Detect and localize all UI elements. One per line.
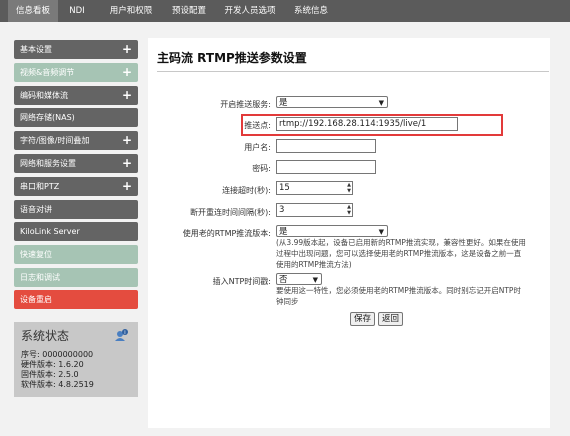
legacy-rtmp-value: 是 [279, 227, 288, 237]
sidebar-item-label: 视频&音频调节 [20, 68, 75, 77]
tab-system-info[interactable]: 系统信息 [290, 0, 332, 22]
connect-timeout-label: 连接超时(秒): [222, 186, 271, 195]
sidebar-item-overlay[interactable]: 字符/图像/时间叠加 + [14, 131, 138, 150]
system-status-panel: 系统状态 i 序号: 0000000000 硬件版本: 1.6.20 固件版本:… [14, 322, 138, 397]
reconnect-interval-label: 断开重连时间间隔(秒): [190, 208, 271, 217]
reconnect-interval-input[interactable]: 3 ▲ ▼ [276, 203, 353, 217]
top-nav-bar: 信息看板 NDI 用户和权限 预设配置 开发人员选项 系统信息 [0, 0, 570, 22]
expand-plus-icon[interactable]: + [122, 63, 132, 82]
page-title: 主码流 RTMP推送参数设置 [157, 51, 307, 65]
sidebar-item-label: 字符/图像/时间叠加 [20, 136, 90, 145]
spinner-arrows-icon[interactable]: ▲ ▼ [347, 182, 351, 194]
title-divider [157, 71, 549, 72]
sidebar-item-label: 日志和调试 [20, 273, 60, 282]
connect-timeout-input[interactable]: 15 ▲ ▼ [276, 181, 353, 195]
password-label: 密码: [252, 164, 271, 173]
main-content: 主码流 RTMP推送参数设置 开启推送服务: 是 ▼ 推送点: rtmp://1… [148, 38, 550, 428]
ntp-timestamp-select[interactable]: 否 ▼ [276, 273, 322, 285]
push-point-input[interactable]: rtmp://192.168.28.114:1935/live/1 [276, 117, 458, 131]
legacy-rtmp-note: (从3.99版本起，设备已启用新的RTMP推流实现，兼容性更好。如果在使用 过程… [276, 237, 546, 270]
ntp-timestamp-label: 插入NTP时间戳: [212, 277, 271, 286]
back-button[interactable]: 返回 [378, 312, 403, 326]
sidebar-item-nas[interactable]: 网络存储(NAS) [14, 108, 138, 127]
system-status-title: 系统状态 [21, 329, 70, 343]
sidebar-item-label: 网络和服务设置 [20, 159, 76, 168]
sidebar-item-label: 语音对讲 [20, 205, 52, 214]
sidebar-item-basic-settings[interactable]: 基本设置 + [14, 40, 138, 59]
reconnect-interval-value: 3 [279, 205, 285, 215]
password-input[interactable] [276, 160, 376, 174]
sidebar-item-label: 基本设置 [20, 45, 52, 54]
tab-presets[interactable]: 预设配置 [168, 0, 210, 22]
expand-plus-icon[interactable]: + [122, 177, 132, 196]
sidebar-item-label: 网络存储(NAS) [20, 113, 75, 122]
sidebar-item-label: KiloLink Server [20, 227, 80, 236]
ntp-timestamp-value: 否 [279, 275, 288, 285]
push-point-label: 推送点: [244, 121, 271, 130]
note-line: 使用的RTMP推流方法) [276, 260, 352, 269]
sidebar-item-label: 设备重启 [20, 295, 52, 304]
sidebar-item-label: 串口和PTZ [20, 182, 60, 191]
note-line: 要使用这一特性，您必须使用老的RTMP推流版本。同时别忘记开启NTP时 [276, 286, 521, 295]
note-line: 过程中出现问题，您可以选择使用老的RTMP推流版本，这是设备之前一直 [276, 249, 522, 258]
ntp-note: 要使用这一特性，您必须使用老的RTMP推流版本。同时别忘记开启NTP时 钟同步 [276, 285, 546, 307]
expand-plus-icon[interactable]: + [122, 154, 132, 173]
sidebar-item-network-services[interactable]: 网络和服务设置 + [14, 154, 138, 173]
tab-dashboard[interactable]: 信息看板 [8, 0, 58, 22]
expand-plus-icon[interactable]: + [122, 131, 132, 150]
username-input[interactable] [276, 139, 376, 153]
legacy-rtmp-label: 使用老的RTMP推流版本: [182, 229, 271, 238]
sidebar-item-reboot[interactable]: 设备重启 [14, 290, 138, 309]
enable-push-label: 开启推送服务: [220, 100, 271, 109]
chevron-down-icon: ▼ [378, 99, 384, 107]
svg-text:i: i [124, 330, 125, 336]
tab-users-permissions[interactable]: 用户和权限 [104, 0, 158, 22]
sidebar-item-serial-ptz[interactable]: 串口和PTZ + [14, 177, 138, 196]
expand-plus-icon[interactable]: + [122, 40, 132, 59]
enable-push-select[interactable]: 是 ▼ [276, 96, 388, 108]
sidebar-item-label: 快速复位 [20, 250, 52, 259]
save-button[interactable]: 保存 [350, 312, 375, 326]
user-info-icon: i [115, 329, 128, 341]
username-label: 用户名: [244, 143, 271, 152]
sidebar-item-label: 编码和媒体流 [20, 91, 68, 100]
note-line: (从3.99版本起，设备已启用新的RTMP推流实现，兼容性更好。如果在使用 [276, 238, 526, 247]
software-version: 软件版本: 4.8.2519 [21, 380, 94, 389]
expand-plus-icon[interactable]: + [122, 86, 132, 105]
enable-push-value: 是 [279, 98, 288, 108]
sidebar-item-intercom[interactable]: 语音对讲 [14, 200, 138, 219]
sidebar-item-quick-reset[interactable]: 快速复位 [14, 245, 138, 264]
tab-ndi[interactable]: NDI [64, 0, 90, 22]
connect-timeout-value: 15 [279, 183, 290, 193]
note-line: 钟同步 [276, 297, 299, 306]
spinner-arrows-icon[interactable]: ▲ ▼ [347, 204, 351, 216]
legacy-rtmp-select[interactable]: 是 ▼ [276, 225, 388, 237]
sidebar-item-encoding-stream[interactable]: 编码和媒体流 + [14, 86, 138, 105]
sidebar-item-kilolink-server[interactable]: KiloLink Server [14, 222, 138, 241]
tab-developer-options[interactable]: 开发人员选项 [222, 0, 278, 22]
sidebar-item-video-audio[interactable]: 视频&音频调节 + [14, 63, 138, 82]
sidebar-item-logs-debug[interactable]: 日志和调试 [14, 268, 138, 287]
